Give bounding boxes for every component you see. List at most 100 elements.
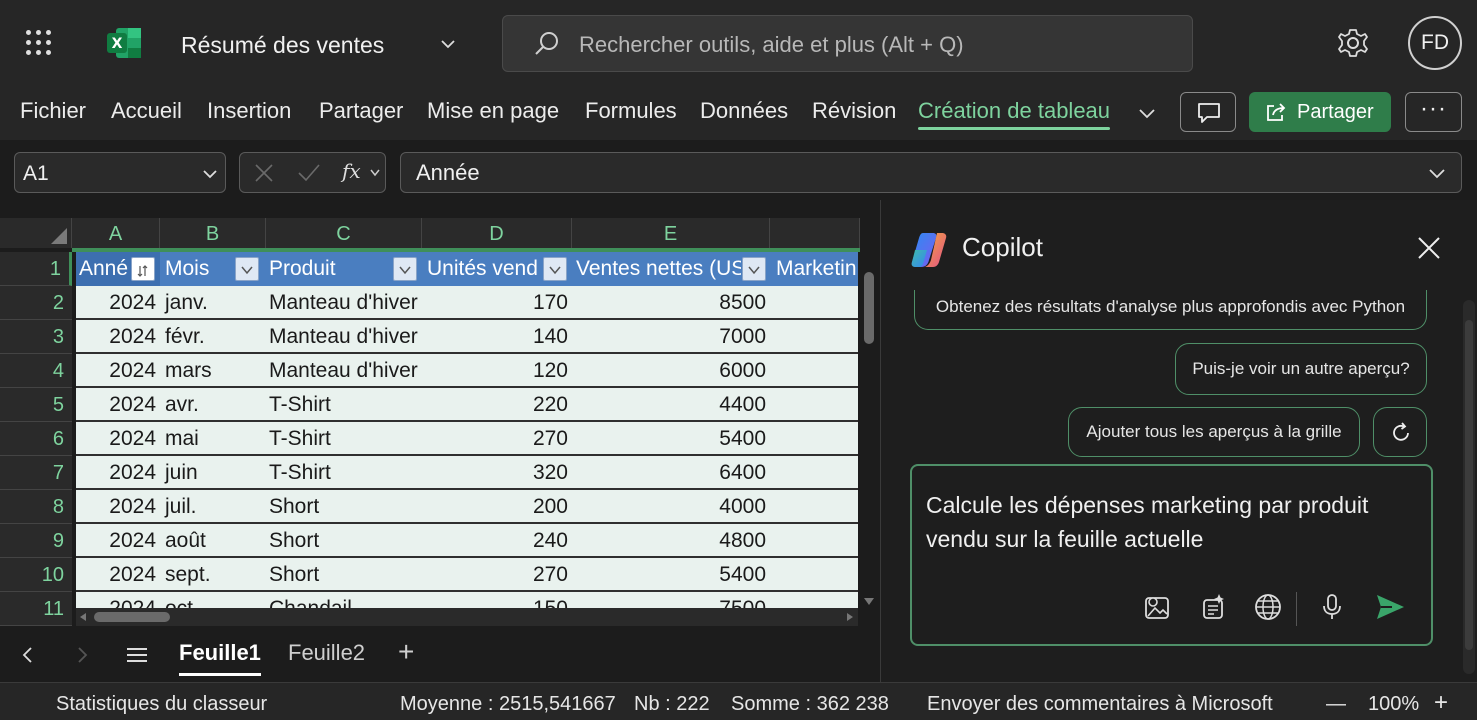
tab-partager[interactable]: Partager — [319, 98, 403, 124]
table-cell[interactable]: Short — [269, 490, 319, 522]
table-cell[interactable]: Manteau d'hiver — [269, 286, 418, 318]
table-cell[interactable]: 8500 — [572, 286, 766, 318]
table-cell[interactable]: 2024 — [76, 286, 156, 318]
tab-donnees[interactable]: Données — [700, 98, 788, 124]
table-cell[interactable]: 140 — [422, 320, 568, 352]
previous-sheet-icon[interactable] — [18, 644, 38, 666]
vertical-scrollbar[interactable] — [860, 252, 878, 612]
formula-input[interactable]: Année — [400, 152, 1462, 193]
globe-icon[interactable] — [1253, 592, 1283, 622]
table-cell[interactable]: T-Shirt — [269, 456, 331, 488]
table-cell[interactable]: Manteau d'hiver — [269, 354, 418, 386]
table-cell[interactable]: T-Shirt — [269, 388, 331, 420]
tab-formules[interactable]: Formules — [585, 98, 677, 124]
table-cell[interactable]: Short — [269, 524, 319, 556]
table-cell[interactable]: Short — [269, 558, 319, 590]
table-cell[interactable]: 6000 — [572, 354, 766, 386]
all-sheets-menu-icon[interactable] — [124, 644, 150, 666]
table-cell[interactable]: juin — [165, 456, 198, 488]
tab-insertion[interactable]: Insertion — [207, 98, 291, 124]
filter-button[interactable] — [742, 257, 766, 281]
zoom-in-button[interactable]: + — [1434, 689, 1448, 717]
refresh-suggestions-button[interactable] — [1373, 407, 1427, 457]
table-header-cell[interactable]: Ventes nettes (US — [573, 252, 741, 286]
table-cell[interactable]: T-Shirt — [269, 422, 331, 454]
app-launcher-icon[interactable] — [24, 28, 54, 58]
row-header[interactable]: 1 — [0, 252, 72, 286]
table-cell[interactable]: 4000 — [572, 490, 766, 522]
suggestion-add-all-insights[interactable]: Ajouter tous les aperçus à la grille — [1068, 407, 1360, 457]
microphone-icon[interactable] — [1317, 592, 1347, 622]
share-button[interactable]: Partager — [1249, 92, 1391, 132]
row-header[interactable]: 10 — [0, 558, 72, 592]
table-header-cell[interactable]: Marketin — [773, 252, 861, 286]
row-header[interactable]: 8 — [0, 490, 72, 524]
column-header-a[interactable]: A — [72, 218, 160, 248]
row-header[interactable]: 5 — [0, 388, 72, 422]
gear-icon[interactable] — [1336, 26, 1370, 65]
zoom-out-button[interactable]: — — [1326, 693, 1346, 716]
table-cell[interactable]: 2024 — [76, 422, 156, 454]
row-header[interactable]: 6 — [0, 422, 72, 456]
table-cell[interactable]: 4800 — [572, 524, 766, 556]
table-cell[interactable]: 2024 — [76, 456, 156, 488]
table-cell[interactable]: mars — [165, 354, 212, 386]
sheet-tab-feuille1[interactable]: Feuille1 — [179, 640, 261, 676]
search-input[interactable]: Rechercher outils, aide et plus (Alt + Q… — [502, 15, 1193, 72]
filter-button[interactable] — [393, 257, 417, 281]
sheet-tab-feuille2[interactable]: Feuille2 — [288, 640, 365, 666]
table-cell[interactable]: 7000 — [572, 320, 766, 352]
zoom-level[interactable]: 100% — [1368, 693, 1419, 716]
tab-fichier[interactable]: Fichier — [20, 98, 86, 124]
insert-function-icon[interactable]: fx — [342, 159, 361, 183]
row-header[interactable]: 7 — [0, 456, 72, 490]
select-all-corner[interactable] — [0, 218, 72, 248]
row-header[interactable]: 3 — [0, 320, 72, 354]
prompt-input[interactable]: Calcule les dépenses marketing par produ… — [926, 488, 1406, 556]
copilot-scrollbar[interactable] — [1463, 300, 1475, 674]
table-cell[interactable]: 270 — [422, 558, 568, 590]
table-cell[interactable]: 4400 — [572, 388, 766, 420]
copilot-prompt-box[interactable]: Calcule les dépenses marketing par produ… — [910, 464, 1433, 646]
more-options-button[interactable]: ··· — [1405, 92, 1462, 132]
table-cell[interactable]: 2024 — [76, 388, 156, 420]
table-cell[interactable]: janv. — [165, 286, 208, 318]
table-cell[interactable]: 2024 — [76, 354, 156, 386]
table-cell[interactable]: 5400 — [572, 558, 766, 590]
tab-accueil[interactable]: Accueil — [111, 98, 182, 124]
table-cell[interactable]: 220 — [422, 388, 568, 420]
table-cell[interactable]: Manteau d'hiver — [269, 320, 418, 352]
chevron-down-icon[interactable] — [438, 34, 458, 54]
spreadsheet-grid[interactable]: A B C D E 1 2 3 4 5 6 7 8 9 10 11 Anné M… — [0, 200, 880, 630]
table-cell[interactable]: 320 — [422, 456, 568, 488]
row-header[interactable]: 9 — [0, 524, 72, 558]
scrollbar-thumb[interactable] — [864, 272, 874, 344]
add-sheet-button[interactable]: + — [398, 636, 414, 668]
close-icon[interactable] — [1417, 236, 1441, 265]
sort-filter-button[interactable] — [131, 257, 155, 281]
table-cell[interactable]: 6400 — [572, 456, 766, 488]
row-header[interactable]: 4 — [0, 354, 72, 388]
table-cell[interactable]: avr. — [165, 388, 199, 420]
tab-revision[interactable]: Révision — [812, 98, 896, 124]
check-icon[interactable] — [296, 161, 322, 185]
table-cell[interactable]: 120 — [422, 354, 568, 386]
horizontal-scrollbar[interactable] — [76, 608, 858, 626]
table-cell[interactable]: 2024 — [76, 558, 156, 590]
column-header-f[interactable] — [770, 218, 860, 248]
table-cell[interactable]: 2024 — [76, 320, 156, 352]
send-icon[interactable] — [1374, 592, 1406, 622]
chevron-down-icon[interactable] — [370, 169, 380, 177]
table-cell[interactable]: août — [165, 524, 206, 556]
scroll-right-arrow-icon[interactable] — [846, 612, 854, 622]
table-cell[interactable]: 270 — [422, 422, 568, 454]
column-header-d[interactable]: D — [422, 218, 572, 248]
table-cell[interactable]: 200 — [422, 490, 568, 522]
table-cell[interactable]: 240 — [422, 524, 568, 556]
suggestion-python-analysis[interactable]: Obtenez des résultats d'analyse plus app… — [914, 290, 1427, 330]
suggestion-another-insight[interactable]: Puis-je voir un autre aperçu? — [1175, 343, 1427, 395]
next-sheet-icon[interactable] — [72, 644, 92, 666]
table-cell[interactable]: 5400 — [572, 422, 766, 454]
row-header[interactable]: 11 — [0, 592, 72, 626]
scrollbar-thumb[interactable] — [1465, 320, 1473, 650]
